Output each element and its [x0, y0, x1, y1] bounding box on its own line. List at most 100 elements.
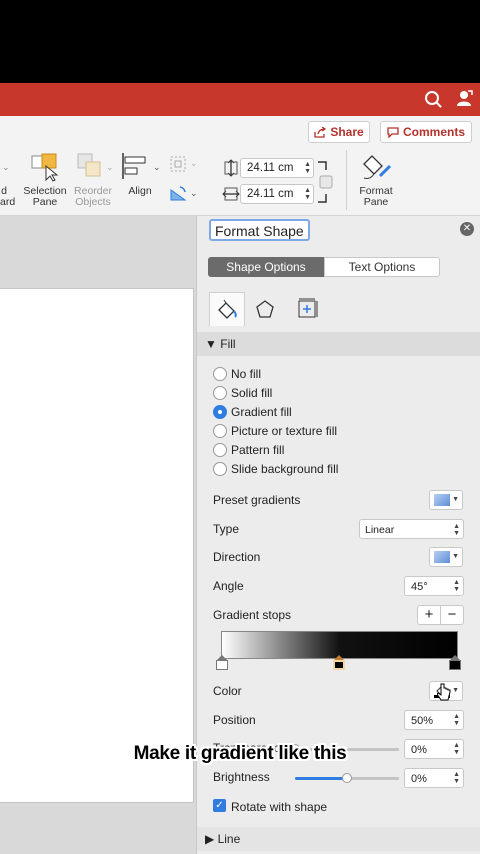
triangle-right-icon: ▶ [205, 832, 215, 846]
height-value: 24.11 cm [247, 162, 294, 174]
comments-button[interactable]: Comments [380, 121, 472, 143]
gradient-stop-middle[interactable] [333, 655, 345, 670]
gradient-stop-white[interactable] [216, 655, 228, 670]
angle-value: 45° [411, 581, 428, 593]
radio-button[interactable] [213, 385, 227, 400]
angle-input[interactable]: 45° ▲ ▼ [404, 576, 464, 596]
partial-ribbon-label-2: ard [0, 196, 16, 208]
height-field[interactable]: 24.11 cm ▲ ▼ [240, 158, 314, 178]
radio-solid-fill[interactable]: Solid fill [213, 384, 272, 401]
radio-button-selected[interactable] [213, 404, 227, 419]
position-input[interactable]: 50% ▲ ▼ [404, 710, 464, 730]
radio-button[interactable] [213, 461, 227, 476]
remove-stop-button[interactable]: − [441, 606, 463, 624]
radio-pattern-fill[interactable]: Pattern fill [213, 441, 284, 458]
share-label: Share [330, 125, 364, 139]
comment-icon [387, 126, 399, 138]
gradient-swatch [434, 494, 450, 506]
mouse-cursor-icon [436, 683, 451, 706]
group-chevron-icon[interactable]: ⌄ [190, 158, 198, 169]
direction-picker[interactable]: ▼ [429, 547, 463, 567]
lock-aspect-icon[interactable] [316, 160, 336, 209]
brightness-label: Brightness [213, 770, 270, 784]
updown-icon: ▲ ▼ [453, 523, 460, 537]
tab-shape-options[interactable]: Shape Options [208, 257, 324, 277]
rotate-chevron-icon[interactable]: ⌄ [190, 188, 198, 199]
search-icon[interactable] [425, 91, 439, 105]
rotate-icon[interactable] [168, 184, 188, 209]
align-label: Align [128, 185, 152, 197]
group-icon[interactable] [168, 154, 188, 179]
close-icon[interactable]: ✕ [460, 222, 474, 236]
brightness-value: 0% [411, 773, 427, 785]
brightness-slider-knob[interactable] [342, 773, 352, 783]
fill-header-label: Fill [220, 337, 236, 351]
line-section-header[interactable]: ▶ Line [197, 827, 480, 851]
reorder-objects-icon[interactable] [76, 152, 106, 187]
size-properties-icon[interactable] [289, 292, 325, 326]
share-icon [314, 126, 327, 138]
rotate-with-shape-label: Rotate with shape [231, 800, 328, 814]
radio-button[interactable] [213, 366, 227, 381]
brightness-slider-fill [295, 777, 347, 780]
radio-label: Solid fill [231, 385, 273, 400]
type-select[interactable]: Linear ▲ ▼ [359, 519, 464, 539]
radio-label: Gradient fill [231, 404, 292, 419]
angle-stepper[interactable]: ▲ ▼ [453, 579, 460, 593]
triangle-down-icon: ▼ [205, 337, 217, 351]
align-chevron-icon[interactable]: ⌄ [153, 162, 161, 173]
direction-swatch [434, 551, 450, 563]
chevron-down-icon: ▼ [452, 687, 459, 694]
selection-pane-icon[interactable] [30, 152, 60, 187]
add-stop-button[interactable]: + [418, 606, 441, 624]
angle-label: Angle [213, 579, 244, 593]
width-field[interactable]: 24.11 cm ▲ ▼ [240, 184, 314, 204]
ribbon-divider [346, 150, 347, 210]
format-pane-label-2: Pane [363, 196, 389, 208]
radio-label: Picture or texture fill [231, 423, 338, 438]
direction-label: Direction [213, 550, 261, 564]
radio-slide-background-fill[interactable]: Slide background fill [213, 460, 338, 477]
radio-label: Slide background fill [231, 461, 339, 476]
brightness-input[interactable]: 0% ▲ ▼ [404, 768, 464, 788]
reorder-objects-label-2: Objects [75, 196, 111, 208]
radio-label: No fill [231, 366, 262, 381]
gradient-stop-black[interactable] [449, 655, 461, 670]
preset-gradients-label: Preset gradients [213, 493, 301, 507]
share-button[interactable]: Share [308, 121, 370, 143]
brightness-stepper[interactable]: ▲ ▼ [453, 771, 460, 785]
preset-gradients-picker[interactable]: ▼ [429, 490, 463, 510]
share-person-icon[interactable] [455, 89, 473, 111]
height-stepper[interactable]: ▲ ▼ [304, 161, 311, 175]
radio-picture-fill[interactable]: Picture or texture fill [213, 422, 337, 439]
chevron-down-icon[interactable]: ⌄ [2, 162, 10, 173]
chevron-down-icon: ▼ [452, 496, 459, 503]
brightness-slider[interactable] [295, 773, 399, 783]
height-icon [222, 159, 240, 182]
gradient-stops-label: Gradient stops [213, 608, 292, 622]
format-pane-icon[interactable] [360, 152, 392, 187]
radio-no-fill[interactable]: No fill [213, 365, 261, 382]
position-value: 50% [411, 715, 434, 727]
fill-section-header[interactable]: ▼ Fill [197, 332, 480, 356]
width-value: 24.11 cm [247, 188, 294, 200]
fill-line-icon[interactable] [209, 292, 245, 326]
radio-gradient-fill[interactable]: Gradient fill [213, 403, 292, 420]
reorder-chevron-icon[interactable]: ⌄ [106, 162, 114, 173]
effects-pentagon-icon[interactable] [247, 292, 283, 326]
line-header-label: Line [217, 832, 241, 846]
width-stepper[interactable]: ▲ ▼ [304, 187, 311, 201]
rotate-with-shape-checkbox[interactable]: ✓ [213, 799, 226, 812]
align-icon[interactable] [120, 151, 152, 186]
type-value: Linear [365, 524, 395, 536]
chevron-down-icon: ▼ [452, 553, 459, 560]
pane-title: Format Shape [209, 219, 310, 241]
position-stepper[interactable]: ▲ ▼ [453, 713, 460, 727]
slide[interactable] [0, 288, 194, 803]
radio-button[interactable] [213, 423, 227, 438]
width-icon [222, 185, 240, 208]
selection-pane-label-2: Pane [32, 196, 58, 208]
radio-button[interactable] [213, 442, 227, 457]
tab-text-options[interactable]: Text Options [324, 257, 440, 277]
position-label: Position [213, 713, 256, 727]
